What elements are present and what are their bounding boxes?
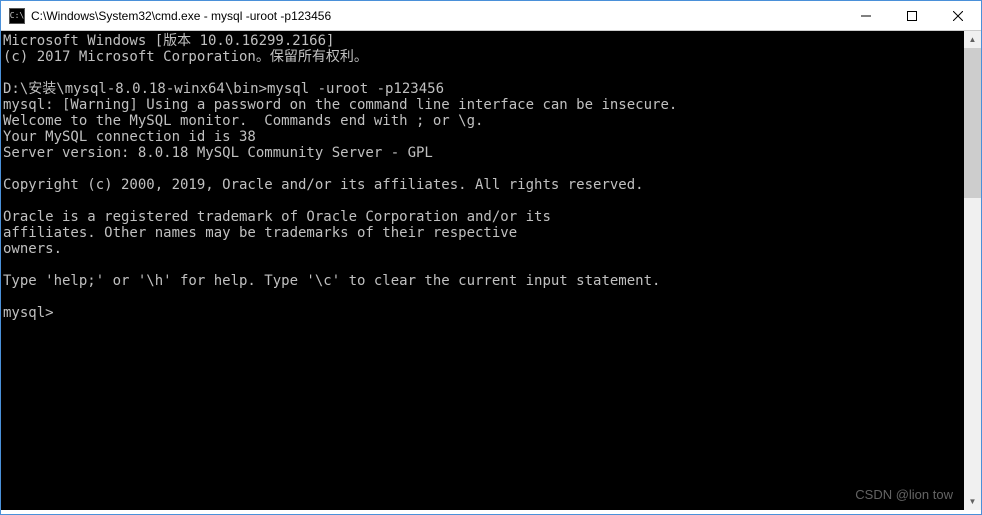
vertical-scrollbar[interactable]: ▲ ▼ <box>964 31 981 510</box>
scroll-down-arrow[interactable]: ▼ <box>964 493 981 510</box>
window-controls <box>843 1 981 30</box>
close-button[interactable] <box>935 1 981 30</box>
scroll-up-arrow[interactable]: ▲ <box>964 31 981 48</box>
terminal-area: Microsoft Windows [版本 10.0.16299.2166] (… <box>1 31 981 510</box>
scroll-thumb[interactable] <box>964 48 981 198</box>
titlebar[interactable]: C:\ C:\Windows\System32\cmd.exe - mysql … <box>1 1 981 31</box>
bottom-frame <box>1 510 981 514</box>
cmd-icon: C:\ <box>9 8 25 24</box>
scroll-track[interactable] <box>964 48 981 493</box>
terminal-output[interactable]: Microsoft Windows [版本 10.0.16299.2166] (… <box>1 31 964 510</box>
window-title: C:\Windows\System32\cmd.exe - mysql -uro… <box>31 9 843 23</box>
maximize-button[interactable] <box>889 1 935 30</box>
cmd-window: C:\ C:\Windows\System32\cmd.exe - mysql … <box>0 0 982 515</box>
minimize-button[interactable] <box>843 1 889 30</box>
